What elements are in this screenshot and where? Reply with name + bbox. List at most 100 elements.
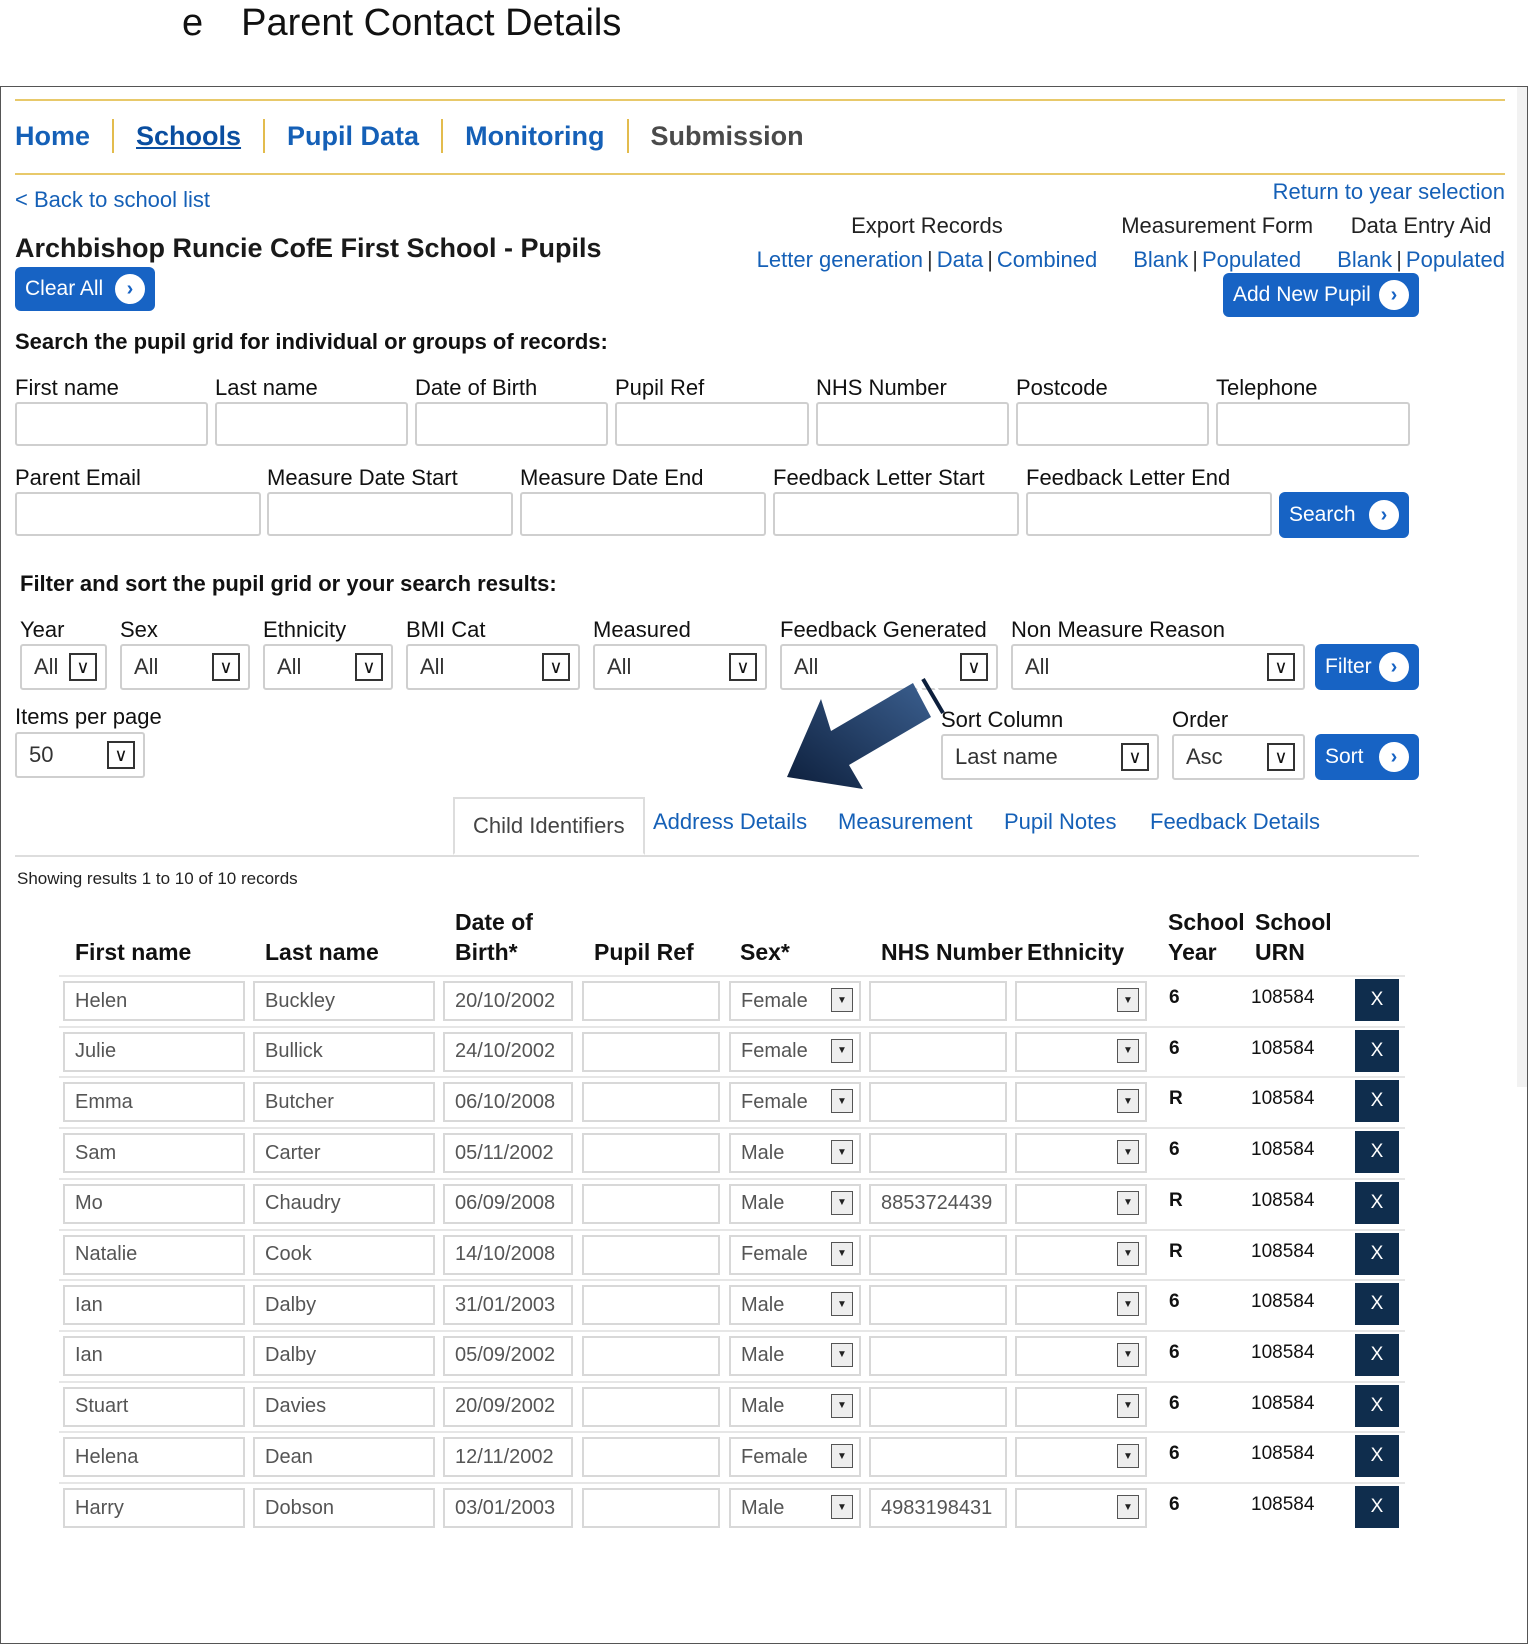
delete-row-button[interactable]: X	[1355, 1181, 1399, 1224]
nhs-number-cell[interactable]	[869, 1437, 1007, 1478]
pupil-ref-cell[interactable]	[582, 1437, 720, 1478]
nav-monitoring[interactable]: Monitoring	[443, 119, 629, 153]
last-name-cell[interactable]: Cook	[253, 1234, 435, 1275]
measure-date-start-input[interactable]	[267, 492, 513, 536]
delete-row-button[interactable]: X	[1355, 1384, 1399, 1427]
export-combined-link[interactable]: Combined	[997, 247, 1097, 272]
scrollbar[interactable]	[1517, 87, 1527, 1087]
nav-submission[interactable]: Submission	[629, 119, 826, 153]
year-filter-select[interactable]: All ∨	[20, 644, 107, 690]
nhs-number-cell[interactable]	[869, 1133, 1007, 1174]
nhs-number-input[interactable]	[816, 402, 1009, 446]
sort-column-select[interactable]: Last name ∨	[941, 734, 1159, 780]
pupil-ref-cell[interactable]	[582, 1234, 720, 1275]
ethnicity-filter-select[interactable]: All ∨	[263, 644, 393, 690]
pupil-ref-cell[interactable]	[582, 1488, 720, 1528]
first-name-cell[interactable]: Stuart	[63, 1386, 245, 1427]
ethnicity-select[interactable]: ▼	[1015, 1285, 1147, 1326]
return-to-year-selection-link[interactable]: Return to year selection	[1273, 179, 1505, 205]
tab-address-details[interactable]: Address Details	[653, 809, 807, 835]
ethnicity-select[interactable]: ▼	[1015, 1031, 1147, 1072]
tab-child-identifiers[interactable]: Child Identifiers	[453, 797, 645, 855]
sex-select[interactable]: Female ▼	[729, 1437, 861, 1478]
ethnicity-select[interactable]: ▼	[1015, 1082, 1147, 1123]
last-name-cell[interactable]: Butcher	[253, 1082, 435, 1123]
sex-select[interactable]: Male ▼	[729, 1133, 861, 1174]
dob-cell[interactable]: 24/10/2002	[443, 1031, 573, 1072]
measurement-form-populated-link[interactable]: Populated	[1202, 247, 1301, 272]
sex-select[interactable]: Male ▼	[729, 1488, 861, 1528]
last-name-cell[interactable]: Bullick	[253, 1031, 435, 1072]
ethnicity-select[interactable]: ▼	[1015, 1437, 1147, 1478]
back-to-school-list-link[interactable]: < Back to school list	[15, 187, 210, 213]
delete-row-button[interactable]: X	[1355, 1435, 1399, 1478]
dob-input[interactable]	[415, 402, 608, 446]
sex-select[interactable]: Male ▼	[729, 1335, 861, 1376]
tab-feedback-details[interactable]: Feedback Details	[1150, 809, 1320, 835]
delete-row-button[interactable]: X	[1355, 1232, 1399, 1275]
search-button[interactable]: Search ›	[1279, 492, 1409, 538]
last-name-cell[interactable]: Dalby	[253, 1285, 435, 1326]
dob-cell[interactable]: 14/10/2008	[443, 1234, 573, 1275]
tab-pupil-notes[interactable]: Pupil Notes	[1004, 809, 1117, 835]
measurement-form-blank-link[interactable]: Blank	[1133, 247, 1188, 272]
delete-row-button[interactable]: X	[1355, 1131, 1399, 1174]
filter-button[interactable]: Filter ›	[1315, 644, 1419, 690]
first-name-cell[interactable]: Sam	[63, 1133, 245, 1174]
last-name-cell[interactable]: Carter	[253, 1133, 435, 1174]
nhs-number-cell[interactable]	[869, 1335, 1007, 1376]
first-name-cell[interactable]: Mo	[63, 1183, 245, 1224]
last-name-cell[interactable]: Dean	[253, 1437, 435, 1478]
sex-select[interactable]: Female ▼	[729, 1082, 861, 1123]
nhs-number-cell[interactable]	[869, 1234, 1007, 1275]
dob-cell[interactable]: 06/10/2008	[443, 1082, 573, 1123]
pupil-ref-cell[interactable]	[582, 1031, 720, 1072]
dob-cell[interactable]: 03/01/2003	[443, 1488, 573, 1528]
dob-cell[interactable]: 31/01/2003	[443, 1285, 573, 1326]
ethnicity-select[interactable]: ▼	[1015, 1488, 1147, 1528]
ethnicity-select[interactable]: ▼	[1015, 1133, 1147, 1174]
non-measure-reason-filter-select[interactable]: All ∨	[1011, 644, 1305, 690]
dob-cell[interactable]: 12/11/2002	[443, 1437, 573, 1478]
first-name-cell[interactable]: Ian	[63, 1285, 245, 1326]
tab-measurement[interactable]: Measurement	[838, 809, 973, 835]
first-name-cell[interactable]: Natalie	[63, 1234, 245, 1275]
last-name-cell[interactable]: Dalby	[253, 1335, 435, 1376]
sex-select[interactable]: Male ▼	[729, 1285, 861, 1326]
first-name-cell[interactable]: Emma	[63, 1082, 245, 1123]
sex-filter-select[interactable]: All ∨	[120, 644, 250, 690]
pupil-ref-cell[interactable]	[582, 1386, 720, 1427]
add-new-pupil-button[interactable]: Add New Pupil ›	[1223, 273, 1419, 317]
nhs-number-cell[interactable]	[869, 1386, 1007, 1427]
parent-email-input[interactable]	[15, 492, 261, 536]
data-entry-aid-populated-link[interactable]: Populated	[1406, 247, 1505, 272]
last-name-cell[interactable]: Davies	[253, 1386, 435, 1427]
pupil-ref-cell[interactable]	[582, 1285, 720, 1326]
nhs-number-cell[interactable]: 8853724439	[869, 1183, 1007, 1224]
first-name-cell[interactable]: Julie	[63, 1031, 245, 1072]
feedback-letter-start-input[interactable]	[773, 492, 1019, 536]
nhs-number-cell[interactable]	[869, 1082, 1007, 1123]
delete-row-button[interactable]: X	[1355, 1080, 1399, 1123]
postcode-input[interactable]	[1016, 402, 1209, 446]
sex-select[interactable]: Female ▼	[729, 981, 861, 1021]
nhs-number-cell[interactable]	[869, 1285, 1007, 1326]
dob-cell[interactable]: 05/09/2002	[443, 1335, 573, 1376]
delete-row-button[interactable]: X	[1355, 1333, 1399, 1376]
last-name-cell[interactable]: Dobson	[253, 1488, 435, 1528]
first-name-input[interactable]	[15, 402, 208, 446]
nhs-number-cell[interactable]	[869, 1031, 1007, 1072]
first-name-cell[interactable]: Helena	[63, 1437, 245, 1478]
first-name-cell[interactable]: Ian	[63, 1335, 245, 1376]
bmi-cat-filter-select[interactable]: All ∨	[406, 644, 580, 690]
nav-schools[interactable]: Schools	[114, 119, 266, 153]
pupil-ref-cell[interactable]	[582, 981, 720, 1021]
nhs-number-cell[interactable]	[869, 981, 1007, 1021]
ethnicity-select[interactable]: ▼	[1015, 1234, 1147, 1275]
pupil-ref-cell[interactable]	[582, 1082, 720, 1123]
pupil-ref-cell[interactable]	[582, 1133, 720, 1174]
dob-cell[interactable]: 20/09/2002	[443, 1386, 573, 1427]
last-name-input[interactable]	[215, 402, 408, 446]
delete-row-button[interactable]: X	[1355, 979, 1399, 1021]
first-name-cell[interactable]: Harry	[63, 1488, 245, 1528]
